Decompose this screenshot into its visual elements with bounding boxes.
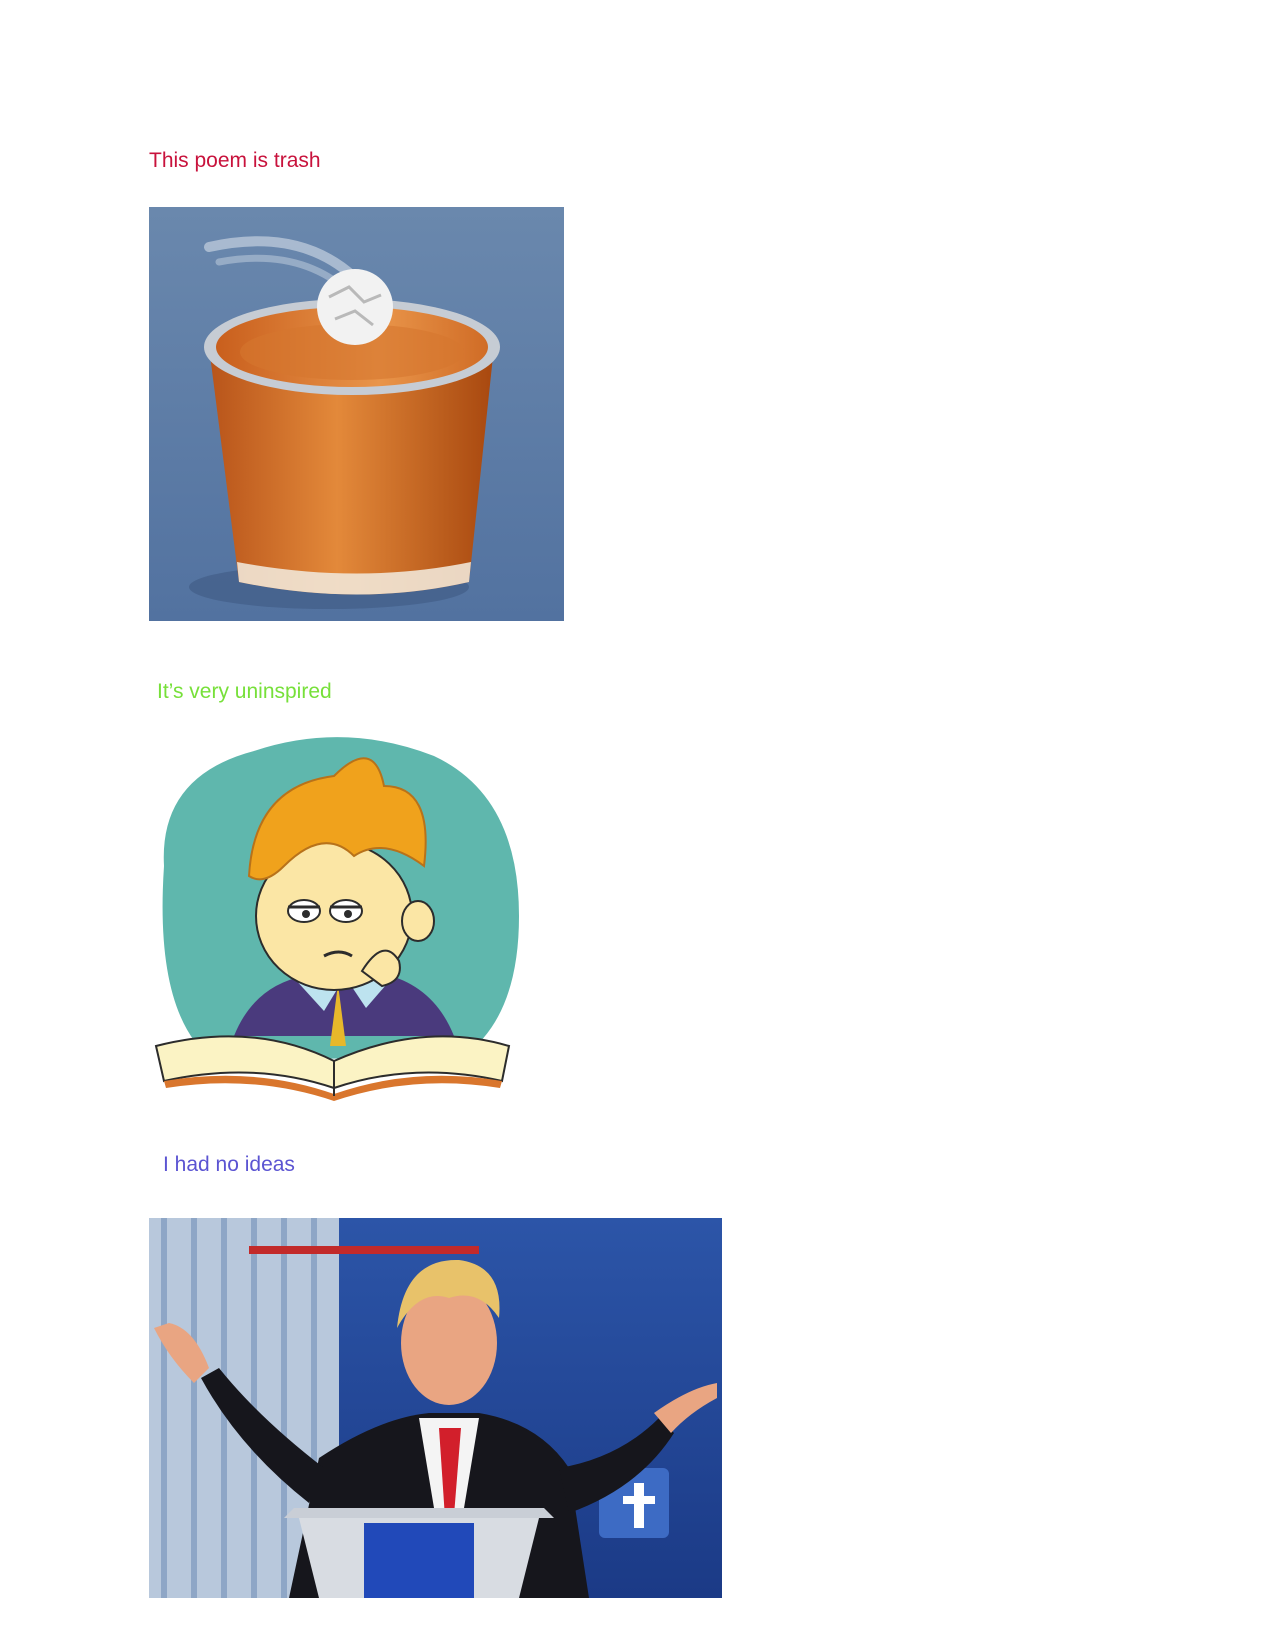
trash-bin-illustration xyxy=(149,207,564,621)
bored-reader-cartoon xyxy=(134,716,546,1126)
shrugging-man-at-podium-photo xyxy=(149,1218,722,1598)
caption-its-very-uninspired: It’s very uninspired xyxy=(157,680,332,703)
caption-i-had-no-ideas: I had no ideas xyxy=(163,1153,295,1176)
caption-this-poem-is-trash: This poem is trash xyxy=(149,149,321,172)
